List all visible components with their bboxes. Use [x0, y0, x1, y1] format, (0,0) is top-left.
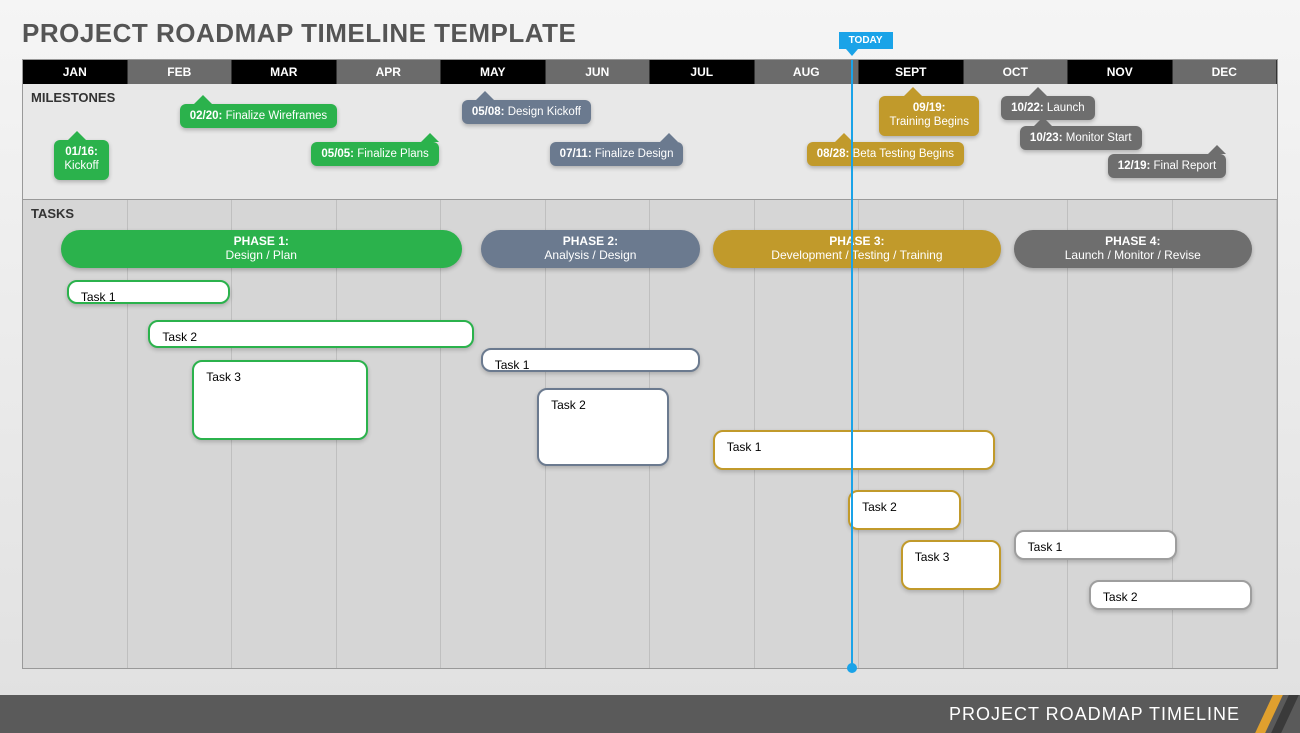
phase-bar[interactable]: PHASE 4:Launch / Monitor / Revise — [1014, 230, 1252, 268]
month-cell: SEPT — [859, 60, 964, 84]
milestones-label: MILESTONES — [31, 90, 115, 105]
task-box[interactable]: Task 2 — [148, 320, 474, 348]
phase-bar[interactable]: PHASE 1:Design / Plan — [61, 230, 462, 268]
month-cell: MAR — [232, 60, 337, 84]
timeline-container: JANFEBMARAPRMAYJUNJULAUGSEPTOCTNOVDEC MI… — [22, 59, 1278, 669]
page-title: PROJECT ROADMAP TIMELINE TEMPLATE — [0, 0, 1300, 59]
month-cell: APR — [337, 60, 442, 84]
month-cell: DEC — [1173, 60, 1278, 84]
milestone[interactable]: 05/08: Design Kickoff — [462, 100, 591, 124]
month-cell: JAN — [23, 60, 128, 84]
milestones-area: MILESTONES 01/16:Kickoff 02/20: Finalize … — [23, 84, 1277, 200]
milestone[interactable]: 05/05: Finalize Plans — [311, 142, 438, 166]
footer-title: PROJECT ROADMAP TIMELINE — [949, 704, 1240, 725]
milestone[interactable]: 07/11: Finalize Design — [550, 142, 684, 166]
tasks-label: TASKS — [31, 206, 74, 221]
today-marker: TODAY — [851, 60, 853, 668]
task-box[interactable]: Task 1 — [481, 348, 700, 372]
task-box[interactable]: Task 1 — [67, 280, 230, 304]
month-cell: JUL — [650, 60, 755, 84]
month-cell: AUG — [755, 60, 860, 84]
phase-bar[interactable]: PHASE 3:Development / Testing / Training — [713, 230, 1001, 268]
tasks-area: TASKS PHASE 1:Design / Plan PHASE 2:Analy… — [23, 200, 1277, 668]
month-cell: OCT — [964, 60, 1069, 84]
today-dot-icon — [847, 663, 857, 673]
footer-bar: PROJECT ROADMAP TIMELINE — [0, 695, 1300, 733]
milestone[interactable]: 01/16:Kickoff — [54, 140, 108, 180]
milestone[interactable]: 10/23: Monitor Start — [1020, 126, 1142, 150]
milestone[interactable]: 08/28: Beta Testing Begins — [807, 142, 964, 166]
task-box[interactable]: Task 2 — [1089, 580, 1252, 610]
month-cell: MAY — [441, 60, 546, 84]
milestone[interactable]: 09/19:Training Begins — [879, 96, 978, 136]
footer-slash-icon — [1250, 695, 1290, 733]
milestone[interactable]: 02/20: Finalize Wireframes — [180, 104, 337, 128]
task-box[interactable]: Task 3 — [192, 360, 368, 440]
task-box[interactable]: Task 2 — [537, 388, 669, 466]
month-cell: NOV — [1068, 60, 1173, 84]
milestone[interactable]: 12/19: Final Report — [1108, 154, 1226, 178]
month-header-row: JANFEBMARAPRMAYJUNJULAUGSEPTOCTNOVDEC — [23, 60, 1277, 84]
phase-bar[interactable]: PHASE 2:Analysis / Design — [481, 230, 700, 268]
task-box[interactable]: Task 1 — [1014, 530, 1177, 560]
month-cell: FEB — [128, 60, 233, 84]
month-cell: JUN — [546, 60, 651, 84]
task-box[interactable]: Task 1 — [713, 430, 995, 470]
task-box[interactable]: Task 3 — [901, 540, 1001, 590]
today-flag: TODAY — [839, 32, 893, 49]
task-box[interactable]: Task 2 — [848, 490, 961, 530]
